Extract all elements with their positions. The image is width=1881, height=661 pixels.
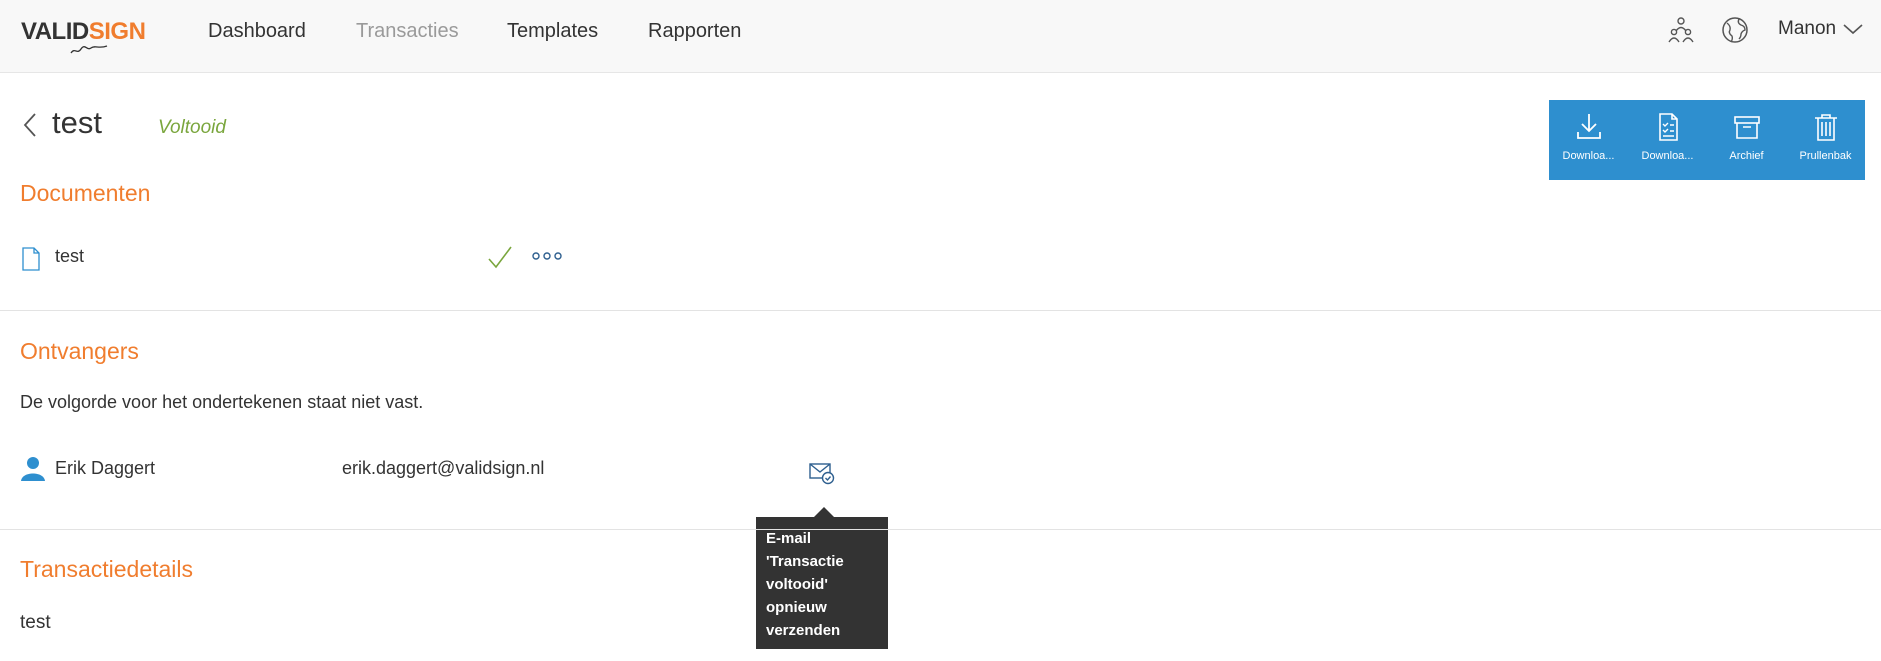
recipients-section-title: Ontvangers	[20, 338, 139, 364]
resend-tooltip: E-mail 'Transactie voltooid' opnieuw ver…	[756, 517, 888, 649]
chevron-down-icon[interactable]	[1842, 22, 1864, 36]
download-button[interactable]: Downloa...	[1549, 100, 1628, 180]
logo-text: VALIDSIGN	[21, 18, 146, 45]
section-divider	[0, 310, 1881, 311]
nav-rapporten[interactable]: Rapporten	[648, 19, 741, 43]
trash-icon	[1815, 114, 1837, 141]
trash-button-label: Prullenbak	[1799, 150, 1852, 162]
tooltip-line: voltooid'	[766, 576, 828, 593]
nav-templates[interactable]: Templates	[507, 19, 598, 43]
back-arrow-icon[interactable]	[22, 112, 38, 138]
download-evidence-label: Downloa...	[1641, 150, 1694, 162]
validsign-logo[interactable]: VALIDSIGN	[21, 18, 146, 59]
nav-dashboard[interactable]: Dashboard	[208, 19, 306, 43]
resend-email-icon[interactable]	[809, 461, 835, 485]
globe-icon[interactable]	[1720, 15, 1750, 45]
nav-transacties[interactable]: Transacties	[356, 19, 459, 43]
tooltip-line: opnieuw	[766, 599, 827, 616]
details-section-title: Transactiedetails	[20, 556, 194, 582]
signing-order-note: De volgorde voor het ondertekenen staat …	[20, 392, 424, 412]
download-evidence-button[interactable]: Downloa...	[1628, 100, 1707, 180]
more-options-icon[interactable]	[532, 250, 562, 262]
section-divider	[0, 529, 1881, 530]
archive-icon	[1734, 116, 1760, 139]
page-title: test	[52, 105, 102, 140]
download-icon	[1577, 114, 1601, 139]
user-icon	[21, 457, 45, 481]
recipient-email: erik.daggert@validsign.nl	[342, 458, 545, 478]
archive-button[interactable]: Archief	[1707, 100, 1786, 180]
logo-text-valid: VALID	[21, 18, 89, 45]
archive-button-label: Archief	[1729, 150, 1764, 162]
action-toolbar: Downloa... Downloa... Archief Prullenbak	[1549, 100, 1865, 180]
document-icon	[22, 247, 40, 271]
download-button-label: Downloa...	[1562, 150, 1615, 162]
transaction-detail-value: test	[20, 612, 51, 633]
document-name[interactable]: test	[55, 246, 84, 267]
tooltip-arrow	[814, 507, 834, 517]
status-badge: Voltooid	[158, 117, 226, 138]
team-icon[interactable]	[1666, 15, 1696, 45]
tooltip-line: verzenden	[766, 622, 841, 639]
logo-signature-icon	[70, 45, 108, 54]
tooltip-line: E-mail	[766, 530, 812, 547]
logo-text-sign: SIGN	[88, 18, 146, 45]
user-menu-name[interactable]: Manon	[1778, 18, 1836, 40]
document-checklist-icon	[1659, 113, 1678, 141]
tooltip-line: 'Transactie	[766, 553, 844, 570]
recipient-name: Erik Daggert	[55, 458, 156, 478]
trash-button[interactable]: Prullenbak	[1786, 100, 1865, 180]
checkmark-icon	[488, 246, 512, 269]
top-navigation-bar: VALIDSIGN Dashboard Transacties Template…	[0, 0, 1881, 73]
documents-section-title: Documenten	[20, 180, 151, 206]
